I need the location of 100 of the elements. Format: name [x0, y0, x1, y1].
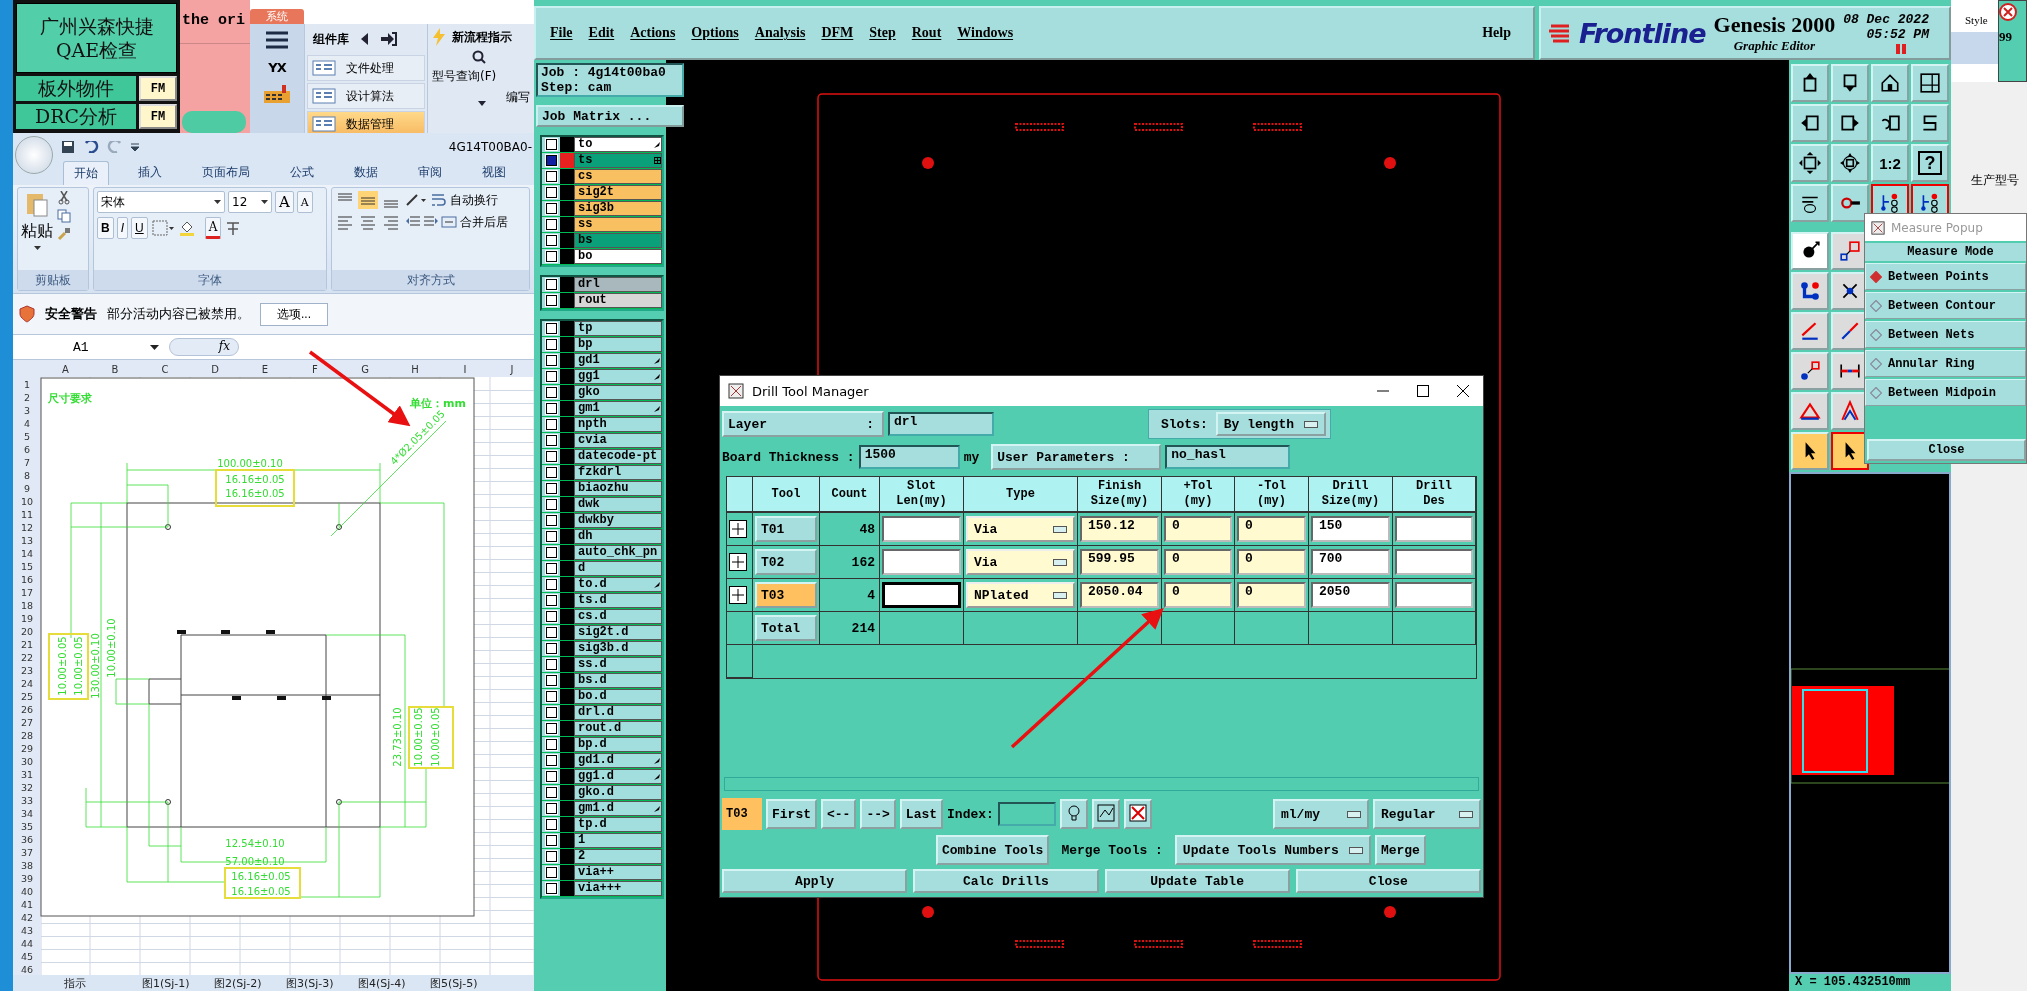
layer-swatch[interactable]	[560, 577, 574, 592]
align-left-icon[interactable]	[335, 213, 355, 231]
type-dropdown[interactable]: NPlated	[966, 582, 1075, 608]
layer-swatch[interactable]	[560, 417, 574, 432]
library-item[interactable]: 设计算法	[307, 83, 425, 109]
layer-swatch[interactable]	[560, 137, 574, 152]
tool-button[interactable]: T02	[755, 549, 817, 575]
layer-swatch[interactable]	[560, 785, 574, 800]
layer-item[interactable]: dwk	[574, 497, 662, 512]
menu-item[interactable]: 板外物件	[16, 76, 136, 101]
row-header[interactable]: 21	[20, 639, 34, 650]
layer-item[interactable]: gm1	[574, 401, 662, 416]
layer-swatch[interactable]	[560, 337, 574, 352]
drill-size-field[interactable]: 2050	[1311, 582, 1390, 608]
layer-checkbox[interactable]	[545, 155, 557, 166]
row-header[interactable]: 25	[20, 691, 34, 702]
layer-item[interactable]: cs.d	[574, 609, 662, 624]
layer-checkbox[interactable]	[545, 139, 557, 150]
row-header[interactable]: 2	[24, 392, 30, 403]
minus-tolerance-field[interactable]: 0	[1237, 582, 1306, 608]
layer-swatch[interactable]	[560, 293, 574, 308]
bulb-button[interactable]	[1059, 799, 1088, 829]
combine-tools-button[interactable]: Combine Tools	[936, 835, 1050, 865]
layer-swatch[interactable]	[560, 609, 574, 624]
sheet-tab[interactable]: 图3(Sj-3)	[286, 977, 334, 989]
sheet-tab[interactable]: 图2(Sj-2)	[214, 977, 262, 989]
customize-icon[interactable]	[131, 142, 139, 151]
fm-button[interactable]: FM	[139, 104, 177, 129]
slot-length-field[interactable]	[882, 516, 961, 542]
layer-checkbox[interactable]	[545, 739, 557, 750]
layer-checkbox[interactable]	[545, 419, 557, 430]
layer-item[interactable]: ts.d	[574, 593, 662, 608]
layer-swatch[interactable]	[560, 849, 574, 864]
column-header[interactable]: A	[62, 364, 69, 375]
navigation-button[interactable]: First	[766, 799, 817, 829]
row-header[interactable]: 8	[24, 470, 30, 481]
layer-item[interactable]: sig3b	[574, 201, 662, 216]
layer-item[interactable]: gm1.d	[574, 801, 662, 816]
row-header[interactable]: 16	[20, 574, 34, 585]
layer-item[interactable]: drl	[574, 277, 662, 292]
layer-swatch[interactable]	[560, 513, 574, 528]
merge-icon[interactable]	[441, 214, 457, 230]
column-header[interactable]: I	[463, 364, 467, 375]
row-header[interactable]: 31	[20, 769, 34, 780]
download-button[interactable]	[1831, 64, 1869, 102]
finish-size-field[interactable]: 150.12	[1080, 516, 1159, 542]
layer-checkbox[interactable]	[545, 691, 557, 702]
layer-item[interactable]: via++	[574, 865, 662, 880]
align-middle-icon[interactable]	[358, 191, 378, 209]
drill-size-field[interactable]: 150	[1311, 516, 1390, 542]
menu-item[interactable]: DFM	[821, 25, 854, 41]
layer-swatch[interactable]	[560, 321, 574, 336]
layer-swatch[interactable]	[560, 369, 574, 384]
layer-item[interactable]: rout	[574, 293, 662, 308]
copy-icon[interactable]	[57, 209, 71, 223]
layer-checkbox[interactable]	[545, 355, 557, 366]
layer-swatch[interactable]	[560, 217, 574, 232]
layer-checkbox[interactable]	[545, 531, 557, 542]
function-button[interactable]: fx	[169, 338, 239, 356]
ribbon-tab[interactable]: 公式	[279, 160, 325, 185]
undo-icon[interactable]	[83, 140, 99, 153]
save-icon[interactable]	[61, 139, 75, 154]
drill-size-field[interactable]: 700	[1311, 549, 1390, 575]
font-name-field[interactable]: 宋体	[97, 191, 225, 213]
layer-item[interactable]: auto_chk_pn	[574, 545, 662, 560]
layer-item[interactable]: cvia	[574, 433, 662, 448]
menu-item[interactable]: Rout	[911, 25, 942, 41]
menu-item[interactable]: Step	[869, 25, 896, 41]
layer-button[interactable]: Layer :	[722, 411, 884, 437]
caret-icon[interactable]	[478, 101, 486, 106]
drill-description-field[interactable]	[1395, 549, 1473, 575]
caret-icon[interactable]	[214, 200, 221, 204]
row-header[interactable]: 15	[20, 561, 34, 572]
merge-label[interactable]: 合并后居	[460, 213, 508, 231]
minus-tolerance-field[interactable]: 0	[1237, 549, 1306, 575]
tool-button[interactable]: T03	[755, 582, 817, 608]
move-button[interactable]	[1831, 144, 1869, 182]
menu-icon[interactable]	[264, 30, 290, 50]
layer-item[interactable]: ss.d	[574, 657, 662, 672]
layer-item[interactable]: d	[574, 561, 662, 576]
layer-swatch[interactable]	[560, 625, 574, 640]
layer-checkbox[interactable]	[545, 203, 557, 214]
layer-checkbox[interactable]	[545, 451, 557, 462]
layer-checkbox[interactable]	[545, 483, 557, 494]
layer-checkbox[interactable]	[545, 499, 557, 510]
row-header[interactable]: 45	[20, 951, 34, 962]
menu-item[interactable]: DRC分析	[16, 104, 136, 129]
layer-checkbox[interactable]	[545, 323, 557, 334]
row-header[interactable]: 30	[20, 756, 34, 767]
layer-swatch[interactable]	[560, 433, 574, 448]
row-header[interactable]: 32	[20, 782, 34, 793]
row-header[interactable]: 22	[20, 652, 34, 663]
menu-item[interactable]: Edit	[588, 25, 615, 41]
row-header[interactable]: 34	[20, 808, 34, 819]
row-header[interactable]: 24	[20, 678, 34, 689]
layer-item[interactable]: dh	[574, 529, 662, 544]
layer-checkbox[interactable]	[545, 563, 557, 574]
layer-checkbox[interactable]	[545, 339, 557, 350]
row-header[interactable]: 41	[20, 899, 34, 910]
row-header[interactable]: 40	[20, 886, 34, 897]
